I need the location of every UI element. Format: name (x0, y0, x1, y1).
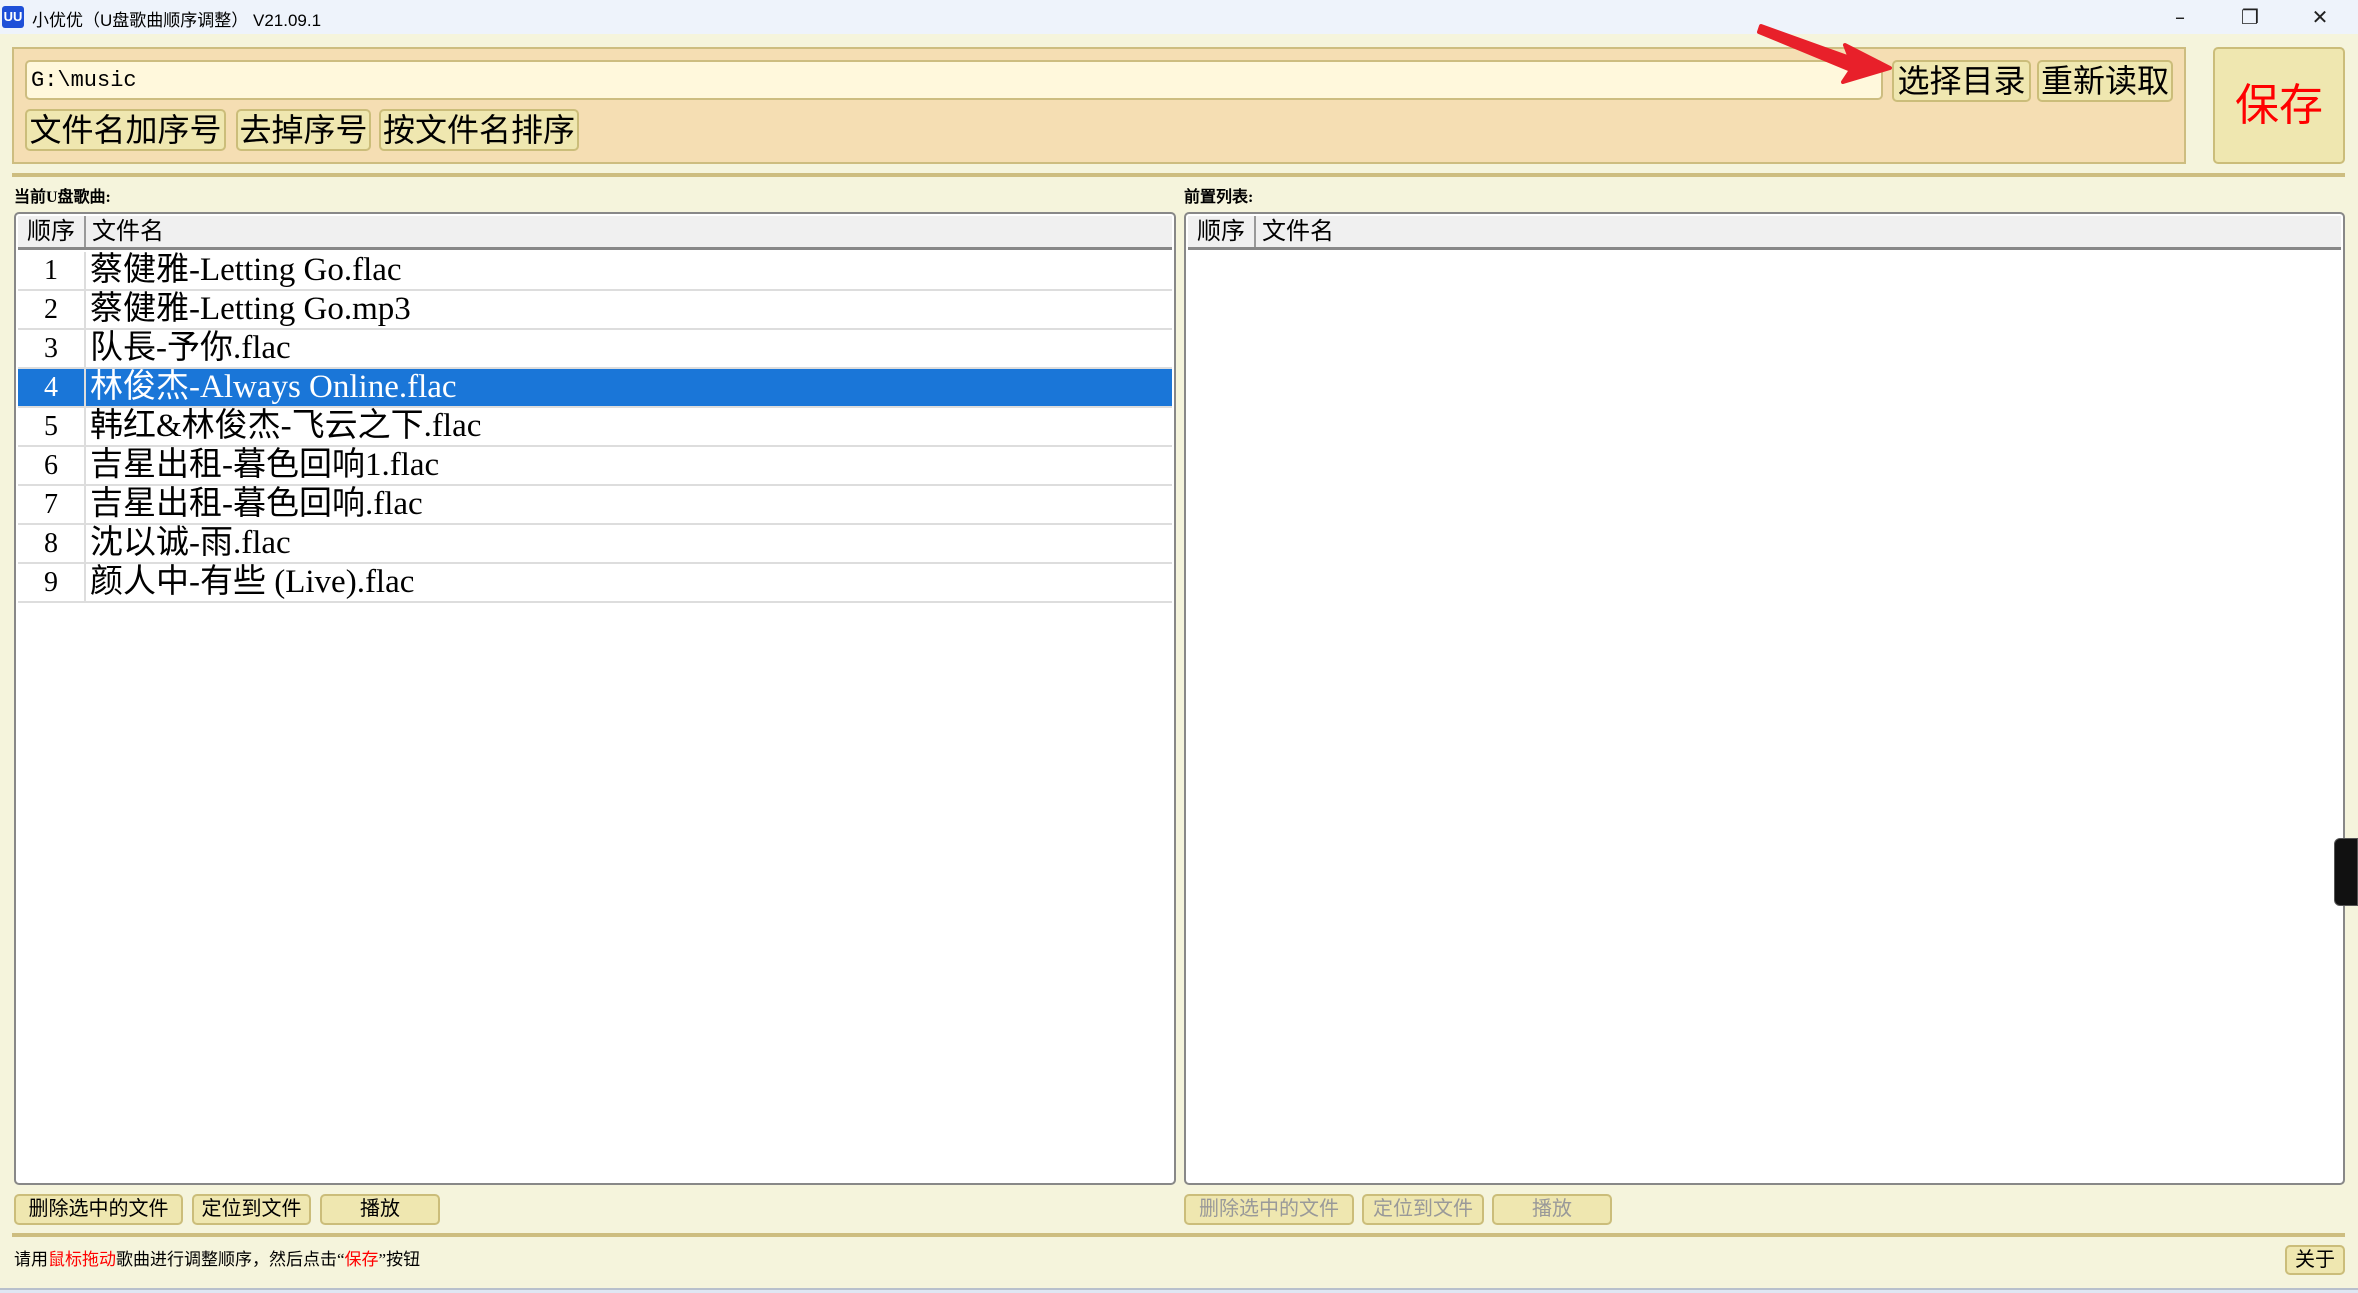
reload-button[interactable]: 重新读取 (2037, 60, 2173, 102)
save-button[interactable]: 保存 (2213, 47, 2345, 164)
app-icon: UU (2, 6, 24, 28)
front-list-label: 前置列表: (1184, 189, 1254, 206)
row-filename: 蔡健雅-Letting Go.mp3 (90, 291, 411, 327)
add-index-button[interactable]: 文件名加序号 (25, 109, 226, 151)
right-play-button[interactable]: 播放 (1492, 1194, 1612, 1225)
hint-text: ”按钮 (378, 1250, 421, 1269)
right-locate-file-button[interactable]: 定位到文件 (1362, 1194, 1484, 1225)
front-list[interactable]: 顺序 文件名 (1184, 212, 2345, 1185)
locate-file-button[interactable]: 定位到文件 (192, 1194, 311, 1225)
current-songs-label: 当前U盘歌曲: (14, 189, 111, 206)
about-button[interactable]: 关于 (2285, 1245, 2345, 1275)
table-row[interactable]: 7 吉星出租-暮色回响.flac (18, 486, 1172, 525)
row-order: 1 (18, 252, 86, 289)
sort-by-name-button[interactable]: 按文件名排序 (379, 109, 579, 151)
remove-index-button[interactable]: 去掉序号 (236, 109, 371, 151)
hint-highlight: 鼠标拖动 (48, 1250, 116, 1269)
row-filename: 林俊杰-Always Online.flac (90, 369, 457, 405)
column-filename[interactable]: 文件名 (1256, 216, 1334, 247)
row-filename: 韩红&林俊杰-飞云之下.flac (90, 408, 482, 444)
row-order: 9 (18, 564, 86, 601)
table-row[interactable]: 1 蔡健雅-Letting Go.flac (18, 252, 1172, 291)
row-filename: 蔡健雅-Letting Go.flac (90, 252, 402, 288)
table-row[interactable]: 8 沈以诚-雨.flac (18, 525, 1172, 564)
divider (12, 173, 2345, 177)
close-button[interactable]: ✕ (2290, 2, 2350, 32)
row-order: 4 (18, 369, 86, 406)
list-header: 顺序 文件名 (1188, 216, 2341, 250)
play-button[interactable]: 播放 (320, 1194, 440, 1225)
table-row[interactable]: 4 林俊杰-Always Online.flac (18, 369, 1172, 408)
path-input[interactable]: G:\music (25, 60, 1883, 100)
table-row[interactable]: 3 队長-予你.flac (18, 330, 1172, 369)
divider (12, 1233, 2345, 1237)
list-header: 顺序 文件名 (18, 216, 1172, 250)
status-hint: 请用鼠标拖动歌曲进行调整顺序，然后点击“保存”按钮 (14, 1245, 420, 1270)
row-order: 2 (18, 291, 86, 328)
table-row[interactable]: 9 颜人中-有些 (Live).flac (18, 564, 1172, 603)
column-order[interactable]: 顺序 (18, 216, 86, 247)
minimize-button[interactable]: – (2150, 2, 2210, 32)
floating-widget-handle[interactable] (2334, 838, 2358, 906)
window-bottom-edge (0, 1288, 2358, 1293)
window-title: 小优优（U盘歌曲顺序调整） V21.09.1 (32, 11, 322, 30)
column-filename[interactable]: 文件名 (86, 216, 164, 247)
row-filename: 颜人中-有些 (Live).flac (90, 564, 415, 600)
hint-highlight: 保存 (344, 1250, 379, 1269)
hint-text: 歌曲进行调整顺序，然后点击“ (116, 1250, 345, 1269)
restore-button[interactable]: ❐ (2220, 2, 2280, 32)
delete-selected-button[interactable]: 删除选中的文件 (14, 1194, 183, 1225)
row-order: 5 (18, 408, 86, 445)
hint-text: 请用 (14, 1250, 48, 1269)
row-order: 8 (18, 525, 86, 562)
right-delete-selected-button[interactable]: 删除选中的文件 (1184, 1194, 1354, 1225)
red-arrow-annotation (1757, 24, 1892, 84)
title-bar: UU 小优优（U盘歌曲顺序调整） V21.09.1 – ❐ ✕ (0, 0, 2358, 34)
table-row[interactable]: 2 蔡健雅-Letting Go.mp3 (18, 291, 1172, 330)
row-filename: 队長-予你.flac (90, 330, 291, 366)
row-order: 3 (18, 330, 86, 367)
row-filename: 沈以诚-雨.flac (90, 525, 291, 561)
row-filename: 吉星出租-暮色回响1.flac (90, 447, 440, 483)
choose-directory-button[interactable]: 选择目录 (1892, 60, 2031, 102)
row-filename: 吉星出租-暮色回响.flac (90, 486, 423, 522)
row-order: 7 (18, 486, 86, 523)
column-order[interactable]: 顺序 (1188, 216, 1256, 247)
table-row[interactable]: 6 吉星出租-暮色回响1.flac (18, 447, 1172, 486)
row-order: 6 (18, 447, 86, 484)
table-row[interactable]: 5 韩红&林俊杰-飞云之下.flac (18, 408, 1172, 447)
current-songs-list[interactable]: 顺序 文件名 1 蔡健雅-Letting Go.flac 2 蔡健雅-Letting … (14, 212, 1176, 1185)
